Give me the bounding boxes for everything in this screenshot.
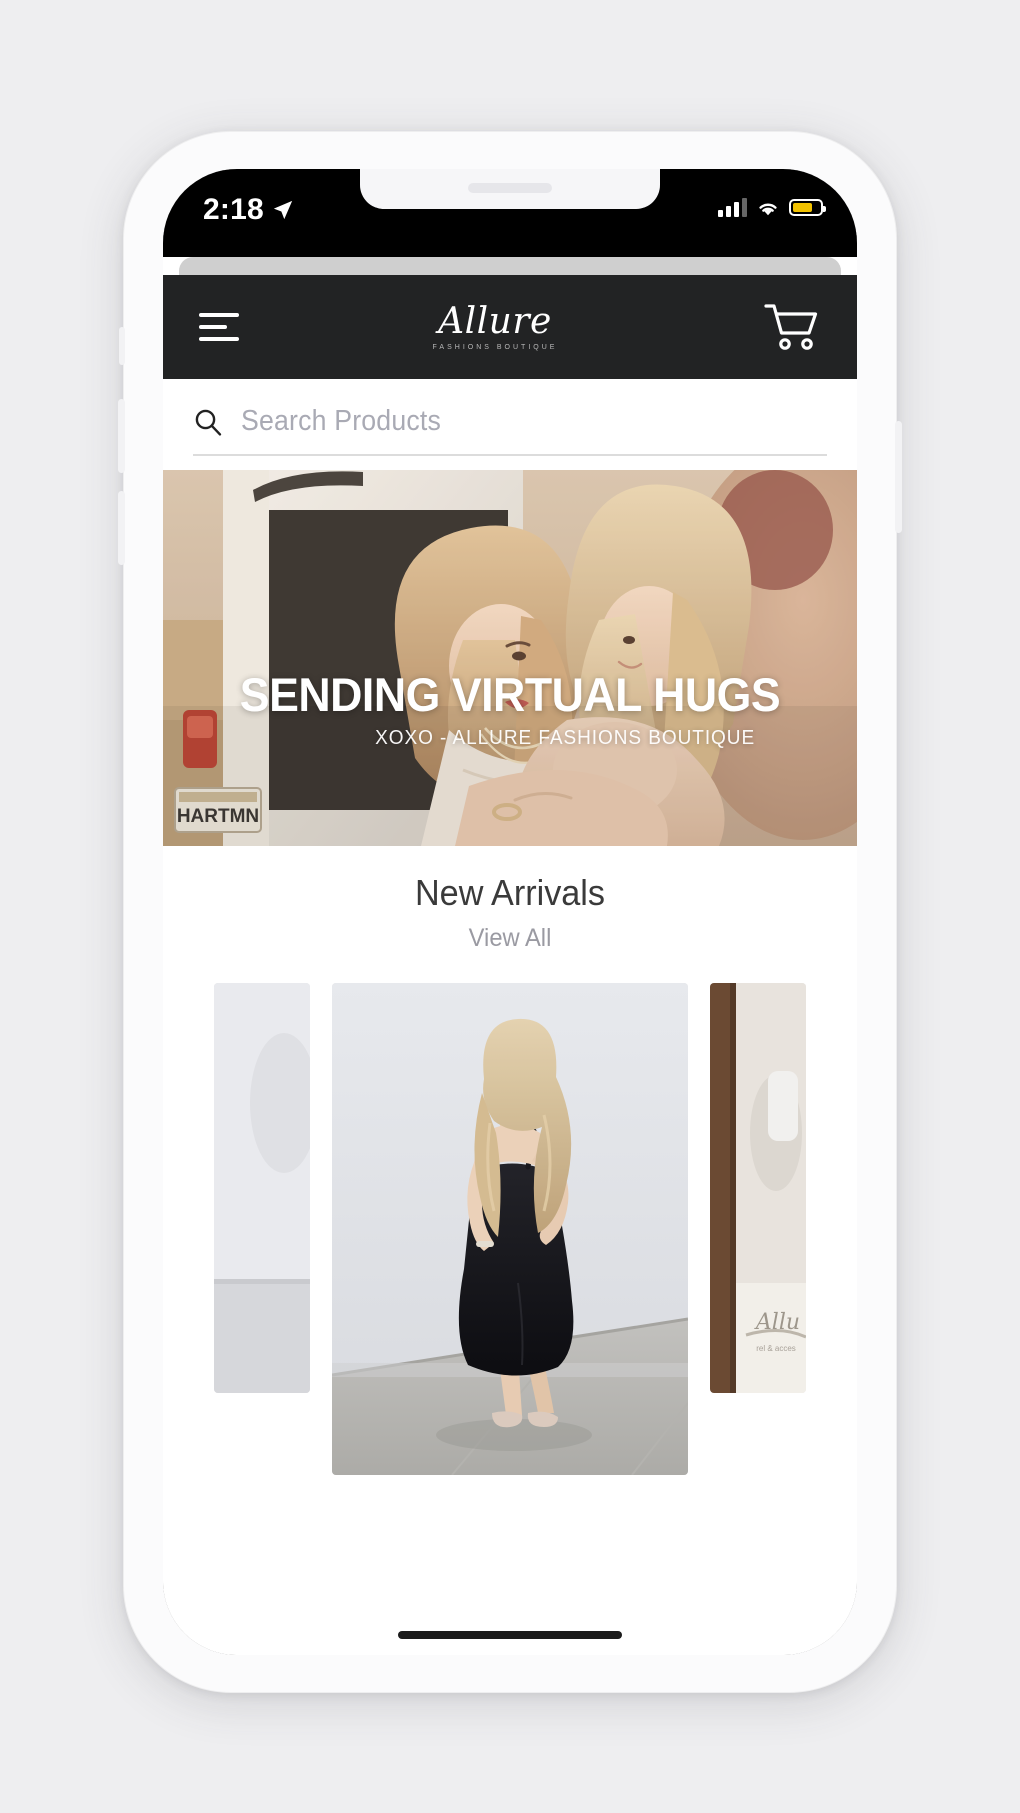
view-all-link[interactable]: View All bbox=[180, 924, 839, 953]
status-bar: 2:18 bbox=[163, 169, 857, 257]
status-bar-indicators bbox=[718, 197, 826, 217]
search-input[interactable]: Search Products bbox=[241, 405, 441, 438]
hero-subheadline: XOXO - ALLURE FASHIONS BOUTIQUE bbox=[375, 727, 756, 749]
battery-icon bbox=[789, 198, 826, 216]
hamburger-menu-icon[interactable] bbox=[199, 313, 239, 341]
home-indicator[interactable] bbox=[398, 1631, 622, 1639]
product-card-left[interactable] bbox=[214, 983, 310, 1393]
cellular-signal-icon bbox=[718, 197, 747, 217]
hero-banner[interactable]: HARTMN SENDING VIRTUAL HUGS XOXO - ALLUR… bbox=[163, 470, 857, 846]
product-carousel[interactable]: Allu rel & acces bbox=[163, 953, 857, 1655]
volume-down-button[interactable] bbox=[118, 491, 125, 565]
search-bar[interactable]: Search Products bbox=[163, 379, 857, 470]
brand-name: Allure bbox=[438, 300, 552, 342]
status-bar-time: 2:18 bbox=[203, 193, 264, 226]
browser-chrome-edge bbox=[179, 257, 841, 275]
shopping-cart-icon[interactable] bbox=[763, 301, 821, 353]
device-notch bbox=[360, 169, 660, 209]
product-image: Allu rel & acces bbox=[710, 983, 806, 1393]
svg-text:Allu: Allu bbox=[754, 1310, 800, 1335]
phone-screen: 2:18 Allure FASHIONS BOUTIQUE Search Pro… bbox=[163, 169, 857, 1655]
mute-switch[interactable] bbox=[119, 327, 125, 365]
product-image bbox=[332, 983, 688, 1475]
svg-text:rel & acces: rel & acces bbox=[756, 1344, 796, 1353]
hero-headline: SENDING VIRTUAL HUGS bbox=[239, 668, 781, 721]
earpiece-speaker bbox=[468, 183, 552, 193]
location-arrow-icon bbox=[272, 199, 294, 221]
volume-up-button[interactable] bbox=[118, 399, 125, 473]
brand-logo[interactable]: Allure FASHIONS BOUTIQUE bbox=[432, 300, 558, 351]
hero-image: HARTMN bbox=[163, 470, 857, 846]
hero-text-group: SENDING VIRTUAL HUGS XOXO - ALLURE FASHI… bbox=[163, 667, 857, 750]
brand-subtitle: FASHIONS BOUTIQUE bbox=[432, 343, 558, 351]
new-arrivals-section: New Arrivals View All bbox=[163, 846, 857, 953]
product-card-center[interactable] bbox=[332, 983, 688, 1475]
power-button[interactable] bbox=[895, 421, 902, 533]
wifi-icon bbox=[756, 198, 780, 217]
app-header: Allure FASHIONS BOUTIQUE bbox=[163, 275, 857, 379]
product-image bbox=[214, 983, 310, 1393]
phone-device: 2:18 Allure FASHIONS BOUTIQUE Search Pro… bbox=[118, 131, 902, 1693]
search-icon bbox=[193, 407, 223, 437]
status-bar-time-group: 2:18 bbox=[203, 193, 294, 227]
page-title: New Arrivals bbox=[414, 872, 606, 913]
product-card-right[interactable]: Allu rel & acces bbox=[710, 983, 806, 1393]
